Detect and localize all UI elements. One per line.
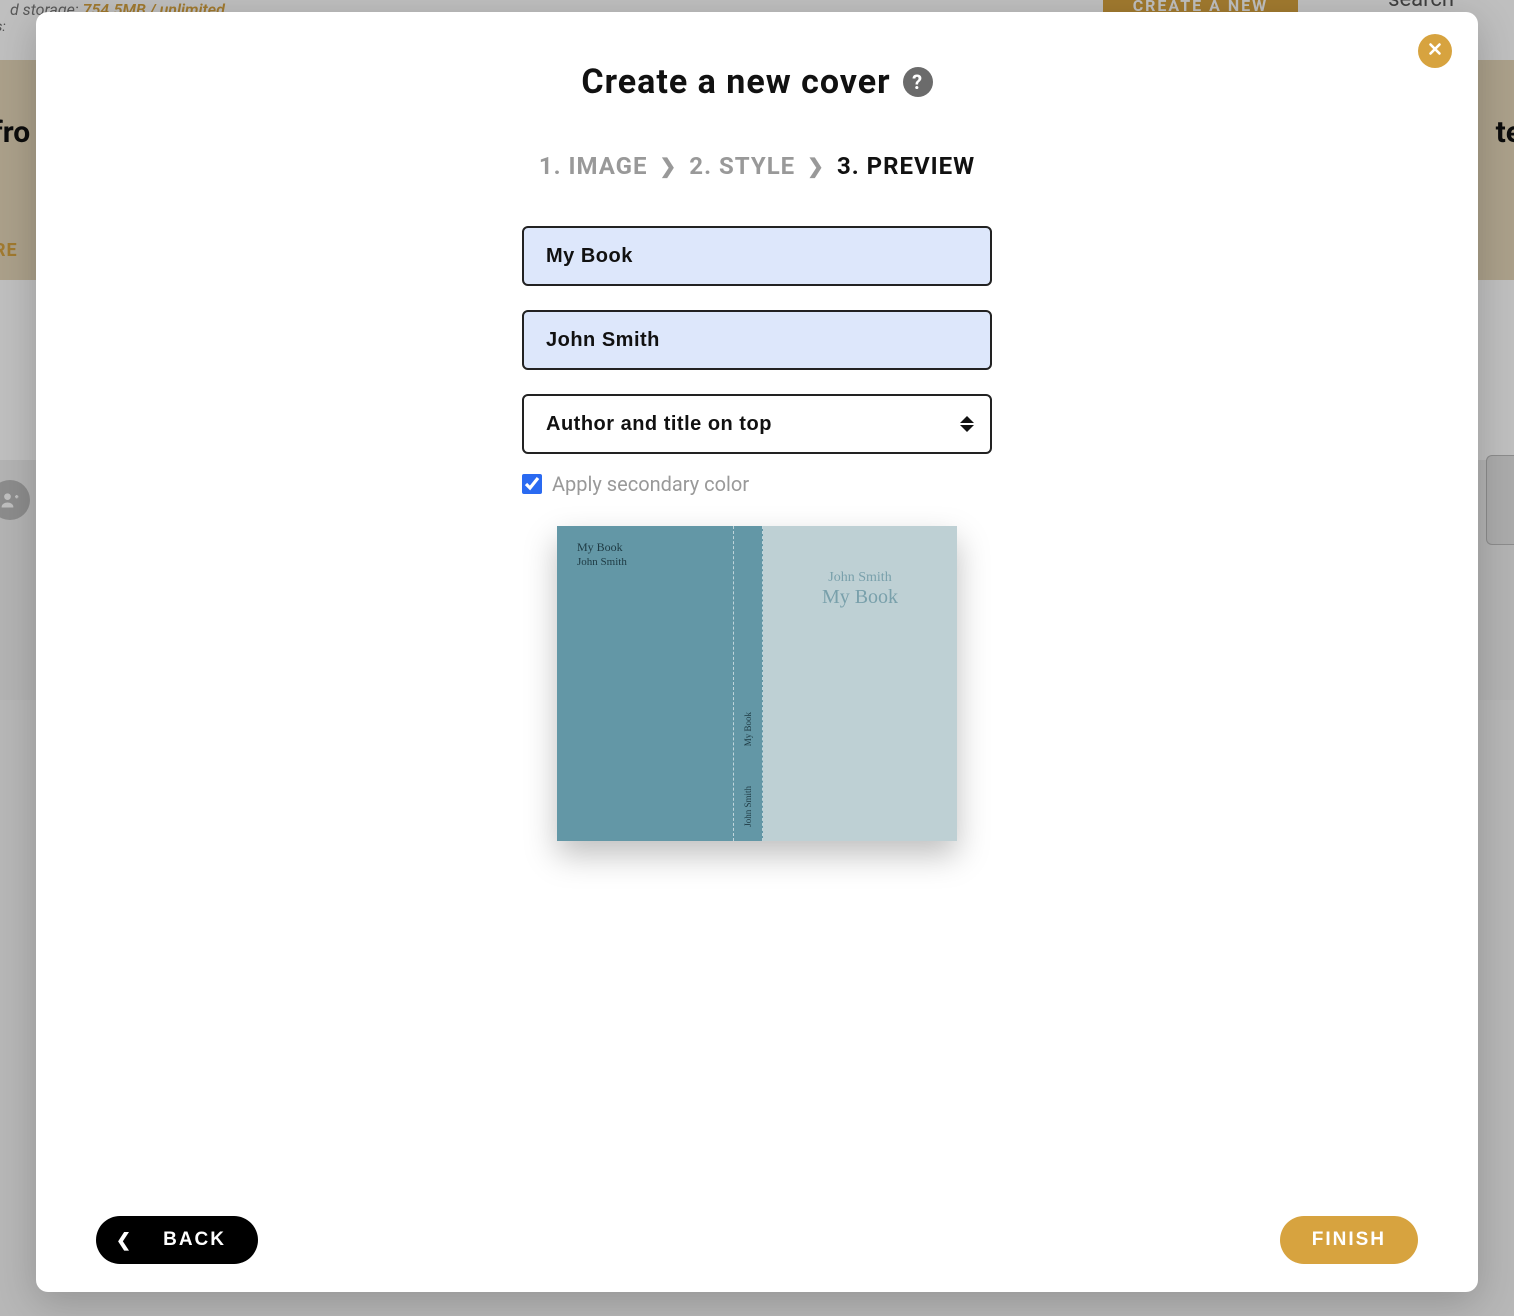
close-button[interactable] [1418,34,1452,68]
finish-button-label: FINISH [1312,1229,1386,1251]
cover-front: John Smith My Book [763,526,957,841]
chevron-left-icon: ❮ [116,1230,133,1251]
back-button[interactable]: ❮ BACK [96,1216,258,1264]
cover-spine-author: John Smith [743,786,753,827]
step-style[interactable]: 2. STYLE [689,152,795,180]
modal-title: Create a new cover ? [96,62,1418,102]
cover-back-author: John Smith [577,556,733,568]
cover-back: My Book John Smith [557,526,733,841]
cover-spine: My Book John Smith [733,526,763,841]
back-button-label: BACK [163,1229,226,1251]
step-image[interactable]: 1. IMAGE [539,152,648,180]
author-name-input[interactable] [522,310,992,370]
chevron-right-icon: ❯ [807,154,825,178]
step-preview: 3. PREVIEW [837,152,975,180]
cover-preview: My Book John Smith My Book John Smith Jo… [557,526,957,841]
form-column: Author and title on top Apply secondary … [522,226,992,841]
secondary-color-row: Apply secondary color [522,472,992,496]
finish-button[interactable]: FINISH [1280,1216,1418,1264]
cover-spine-title: My Book [743,712,753,746]
close-icon [1426,40,1444,62]
modal-title-text: Create a new cover [581,62,890,102]
layout-select-wrap: Author and title on top [522,394,992,454]
cover-front-author: John Smith [828,570,891,586]
cover-back-title: My Book [577,540,733,555]
cover-front-title: My Book [822,586,898,609]
layout-select[interactable]: Author and title on top [522,394,992,454]
secondary-color-label: Apply secondary color [552,472,749,496]
chevron-right-icon: ❯ [660,154,678,178]
wizard-steps: 1. IMAGE ❯ 2. STYLE ❯ 3. PREVIEW [96,152,1418,180]
secondary-color-checkbox[interactable] [522,474,542,494]
create-cover-modal: Create a new cover ? 1. IMAGE ❯ 2. STYLE… [36,12,1478,1292]
book-title-input[interactable] [522,226,992,286]
modal-footer: ❮ BACK FINISH [96,1198,1418,1264]
help-icon[interactable]: ? [903,67,933,97]
